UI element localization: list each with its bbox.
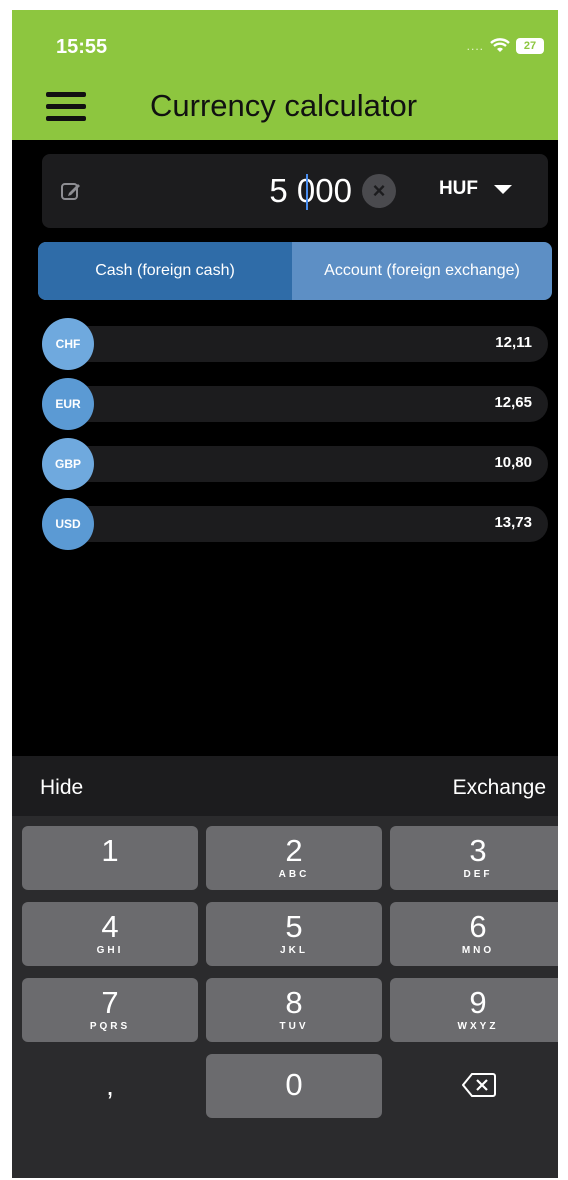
key-digit: 5 xyxy=(285,909,303,944)
key-digit: , xyxy=(106,1070,114,1101)
numeric-keypad: 1 2 ABC 3 DEF 4 GHI 5 JKL 6 MNO 7 PQRS 8 xyxy=(12,816,558,1178)
clear-button[interactable]: × xyxy=(362,174,396,208)
currency-badge: CHF xyxy=(42,318,94,370)
currency-badge: USD xyxy=(42,498,94,550)
backspace-icon xyxy=(462,1073,496,1097)
rate-row-usd[interactable]: USD 13,73 xyxy=(42,498,548,550)
currency-code: HUF xyxy=(438,178,478,199)
exchange-button[interactable]: Exchange xyxy=(453,776,546,800)
key-2[interactable]: 2 ABC xyxy=(206,826,382,890)
rate-value: 13,73 xyxy=(494,514,532,531)
rate-row-gbp[interactable]: GBP 10,80 xyxy=(42,438,548,490)
menu-line xyxy=(46,116,86,121)
page-title: Currency calculator xyxy=(150,88,418,123)
rate-bar xyxy=(66,506,548,542)
rate-row-chf[interactable]: CHF 12,11 xyxy=(42,318,548,370)
key-digit: 3 xyxy=(469,833,487,868)
currency-badge: EUR xyxy=(42,378,94,430)
rate-row-eur[interactable]: EUR 12,65 xyxy=(42,378,548,430)
rate-bar xyxy=(66,446,548,482)
key-9[interactable]: 9 WXYZ xyxy=(390,978,558,1042)
key-0[interactable]: 0 xyxy=(206,1054,382,1118)
key-digit: 6 xyxy=(469,909,487,944)
key-comma[interactable]: , xyxy=(22,1054,198,1118)
key-digit: 2 xyxy=(285,833,303,868)
status-icons: .... 27 xyxy=(467,38,544,54)
key-letters: MNO xyxy=(461,945,495,956)
key-6[interactable]: 6 MNO xyxy=(390,902,558,966)
key-1[interactable]: 1 xyxy=(22,826,198,890)
key-letters: GHI xyxy=(96,945,124,956)
key-letters: JKL xyxy=(280,945,308,956)
key-digit: 0 xyxy=(285,1067,303,1102)
keyboard-toolbar: Hide Exchange xyxy=(12,756,558,816)
pencil-edit-icon xyxy=(61,183,80,200)
key-digit: 9 xyxy=(469,985,487,1020)
key-digit: 7 xyxy=(101,985,119,1020)
hamburger-menu-icon[interactable] xyxy=(46,92,88,126)
key-8[interactable]: 8 TUV xyxy=(206,978,382,1042)
wifi-icon xyxy=(490,38,510,52)
backspace-button[interactable] xyxy=(390,1054,558,1118)
status-time: 15:55 xyxy=(56,36,108,58)
key-letters: ABC xyxy=(278,869,310,880)
mode-tabs: Cash (foreign cash) Account (foreign exc… xyxy=(38,242,552,300)
text-cursor xyxy=(306,174,308,210)
battery-icon: 27 xyxy=(516,38,544,54)
app-screen: 15:55 .... 27 Currency calculator 5 000 … xyxy=(12,10,558,1178)
amount-input[interactable]: 5 000 × HUF xyxy=(42,154,548,228)
menu-line xyxy=(46,92,86,97)
key-letters: TUV xyxy=(279,1021,309,1032)
currency-badge: GBP xyxy=(42,438,94,490)
rate-value: 10,80 xyxy=(494,454,532,471)
key-3[interactable]: 3 DEF xyxy=(390,826,558,890)
menu-line xyxy=(46,104,86,109)
rate-bar xyxy=(66,386,548,422)
key-4[interactable]: 4 GHI xyxy=(22,902,198,966)
currency-dropdown[interactable]: HUF xyxy=(439,178,512,200)
key-7[interactable]: 7 PQRS xyxy=(22,978,198,1042)
chevron-down-icon xyxy=(494,184,512,194)
key-letters: PQRS xyxy=(89,1021,131,1032)
hide-keyboard-button[interactable]: Hide xyxy=(40,776,83,800)
tab-cash[interactable]: Cash (foreign cash) xyxy=(38,242,292,300)
tab-account[interactable]: Account (foreign exchange) xyxy=(292,242,552,300)
rate-value: 12,65 xyxy=(494,394,532,411)
key-digit: 1 xyxy=(101,833,119,868)
key-5[interactable]: 5 JKL xyxy=(206,902,382,966)
key-letters: DEF xyxy=(463,869,493,880)
key-digit: 8 xyxy=(285,985,303,1020)
app-header: 15:55 .... 27 Currency calculator xyxy=(12,10,558,140)
rate-value: 12,11 xyxy=(495,334,532,351)
key-digit: 4 xyxy=(101,909,119,944)
rate-bar xyxy=(66,326,548,362)
key-letters: WXYZ xyxy=(457,1021,499,1032)
amount-value[interactable]: 5 000 xyxy=(269,172,352,210)
signal-icon: .... xyxy=(466,39,484,53)
